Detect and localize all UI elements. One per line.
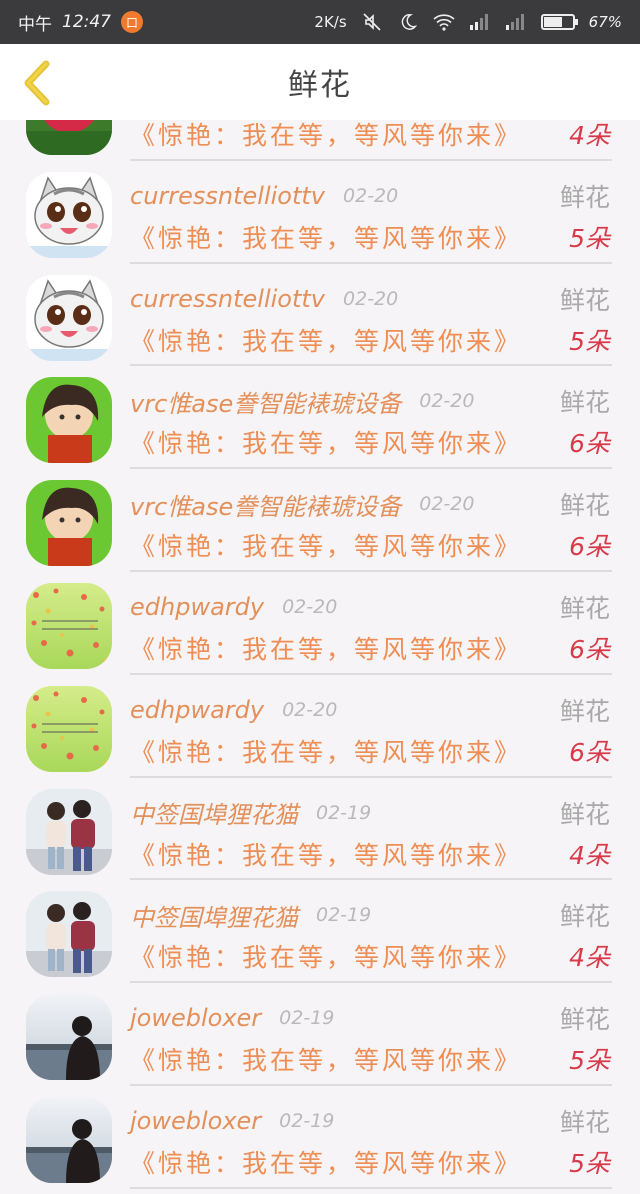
moon-icon bbox=[397, 11, 419, 33]
user-name: jowebloxer bbox=[130, 1106, 262, 1135]
gift-date: 02-19 bbox=[316, 801, 372, 824]
book-title[interactable]: 《惊艳：我在等，等风等你来》 bbox=[130, 1144, 522, 1180]
battery-icon bbox=[540, 14, 578, 30]
page-header: 鲜花 bbox=[0, 44, 640, 120]
list-item[interactable]: edhpwardy 02-20 鲜花 《惊艳：我在等，等风等你来》 6朵 bbox=[0, 572, 640, 675]
list-item[interactable]: curressntelliottv 02-20 鲜花 《惊艳：我在等，等风等你来… bbox=[0, 264, 640, 367]
gift-type: 鲜花 bbox=[559, 1005, 610, 1035]
avatar[interactable] bbox=[26, 788, 112, 875]
book-title[interactable]: 《惊艳：我在等，等风等你来》 bbox=[130, 120, 522, 152]
user-name: curressntelliottv bbox=[130, 284, 326, 313]
book-title[interactable]: 《惊艳：我在等，等风等你来》 bbox=[130, 630, 522, 666]
gift-date: 02-19 bbox=[279, 1109, 335, 1132]
gift-date: 02-19 bbox=[316, 904, 372, 927]
avatar[interactable] bbox=[26, 891, 112, 978]
gift-type: 鲜花 bbox=[559, 491, 610, 521]
book-title[interactable]: 《惊艳：我在等，等风等你来》 bbox=[130, 733, 522, 769]
list-item[interactable]: jowebloxer 02-19 鲜花 《惊艳：我在等，等风等你来》 5朵 bbox=[0, 983, 640, 1086]
status-bar: 中午 12:47 口 2K/s 67% bbox=[0, 0, 640, 44]
book-title[interactable]: 《惊艳：我在等，等风等你来》 bbox=[130, 938, 522, 974]
network-speed: 2K/s bbox=[314, 13, 347, 31]
book-title[interactable]: 《惊艳：我在等，等风等你来》 bbox=[130, 836, 522, 872]
mute-icon bbox=[361, 11, 383, 33]
book-title[interactable]: 《惊艳：我在等，等风等你来》 bbox=[130, 424, 522, 460]
user-name: jowebloxer bbox=[130, 1004, 262, 1033]
user-name: curressntelliottv bbox=[130, 181, 326, 210]
flower-count: 6朵 bbox=[569, 634, 610, 664]
divider bbox=[130, 1186, 612, 1189]
gift-type: 鲜花 bbox=[559, 388, 610, 418]
avatar[interactable] bbox=[26, 120, 112, 155]
flower-count: 6朵 bbox=[569, 429, 610, 459]
gift-date: 02-19 bbox=[279, 1007, 335, 1030]
flower-count: 4朵 bbox=[569, 121, 610, 150]
gift-date: 02-20 bbox=[282, 595, 338, 618]
signal-icon-2 bbox=[505, 11, 527, 33]
avatar[interactable] bbox=[26, 685, 112, 772]
wifi-icon bbox=[433, 11, 455, 33]
flower-count: 4朵 bbox=[569, 943, 610, 973]
avatar[interactable] bbox=[26, 377, 112, 464]
avatar[interactable] bbox=[26, 171, 112, 258]
user-name: edhpwardy bbox=[130, 695, 265, 724]
list-item[interactable]: edhpwardy 02-20 鲜花 《惊艳：我在等，等风等你来》 6朵 bbox=[0, 675, 640, 778]
gift-type: 鲜花 bbox=[559, 902, 610, 932]
user-name: vrc惟ase誊智能裱琥设备 bbox=[130, 492, 402, 521]
gift-type: 鲜花 bbox=[559, 696, 610, 726]
avatar[interactable] bbox=[26, 1096, 112, 1183]
app-notification-icon: 口 bbox=[121, 11, 143, 33]
gift-type: 鲜花 bbox=[559, 1107, 610, 1137]
gift-date: 02-20 bbox=[419, 493, 475, 516]
avatar[interactable] bbox=[26, 274, 112, 361]
avatar[interactable] bbox=[26, 994, 112, 1081]
gift-date: 02-20 bbox=[343, 287, 399, 310]
status-time: 12:47 bbox=[62, 12, 111, 32]
flower-count: 6朵 bbox=[569, 532, 610, 562]
list-item[interactable]: 中签国埠狸花猫 02-19 鲜花 《惊艳：我在等，等风等你来》 4朵 bbox=[0, 778, 640, 881]
gift-type: 鲜花 bbox=[559, 799, 610, 829]
list-item[interactable]: 中签国埠狸花猫 02-19 鲜花 《惊艳：我在等，等风等你来》 4朵 bbox=[0, 880, 640, 984]
gift-type: 鲜花 bbox=[559, 593, 610, 623]
user-name: 中签国埠狸花猫 bbox=[130, 801, 298, 830]
avatar[interactable] bbox=[26, 480, 112, 567]
gift-date: 02-20 bbox=[419, 390, 475, 413]
book-title[interactable]: 《惊艳：我在等，等风等你来》 bbox=[130, 527, 522, 563]
flower-count: 5朵 bbox=[569, 1148, 610, 1178]
gift-date: 02-20 bbox=[282, 698, 338, 721]
list-item[interactable]: vrc惟ase誊智能裱琥设备 02-20 鲜花 《惊艳：我在等，等风等你来》 6… bbox=[0, 366, 640, 470]
signal-icon bbox=[469, 11, 491, 33]
status-period: 中午 bbox=[18, 14, 52, 35]
flower-count: 5朵 bbox=[569, 223, 610, 253]
book-title[interactable]: 《惊艳：我在等，等风等你来》 bbox=[130, 1041, 522, 1077]
gift-type: 鲜花 bbox=[559, 182, 610, 212]
user-name: vrc惟ase誊智能裱琥设备 bbox=[130, 389, 402, 418]
flower-list[interactable]: 《惊艳：我在等，等风等你来》 4朵 curressntelliottv 02-2… bbox=[0, 120, 640, 1194]
flower-count: 6朵 bbox=[569, 737, 610, 767]
list-item[interactable]: vrc惟ase誊智能裱琥设备 02-20 鲜花 《惊艳：我在等，等风等你来》 6… bbox=[0, 469, 640, 572]
gift-date: 02-20 bbox=[343, 184, 399, 207]
user-name: edhpwardy bbox=[130, 592, 265, 621]
page-title: 鲜花 bbox=[288, 68, 352, 103]
user-name: 中签国埠狸花猫 bbox=[130, 903, 298, 932]
gift-type: 鲜花 bbox=[559, 285, 610, 315]
avatar[interactable] bbox=[26, 582, 112, 669]
battery-percent: 67% bbox=[588, 13, 622, 31]
chevron-left-icon bbox=[24, 60, 50, 106]
flower-count: 5朵 bbox=[569, 326, 610, 356]
list-item[interactable]: 《惊艳：我在等，等风等你来》 4朵 bbox=[0, 120, 640, 161]
back-button[interactable] bbox=[16, 58, 56, 108]
list-item[interactable]: curressntelliottv 02-20 鲜花 《惊艳：我在等，等风等你来… bbox=[0, 161, 640, 264]
list-item[interactable]: jowebloxer 02-19 鲜花 《惊艳：我在等，等风等你来》 5朵 bbox=[0, 1086, 640, 1189]
book-title[interactable]: 《惊艳：我在等，等风等你来》 bbox=[130, 219, 522, 255]
book-title[interactable]: 《惊艳：我在等，等风等你来》 bbox=[130, 322, 522, 358]
battery-level bbox=[543, 17, 563, 27]
flower-count: 4朵 bbox=[569, 840, 610, 870]
flower-count: 5朵 bbox=[569, 1046, 610, 1076]
